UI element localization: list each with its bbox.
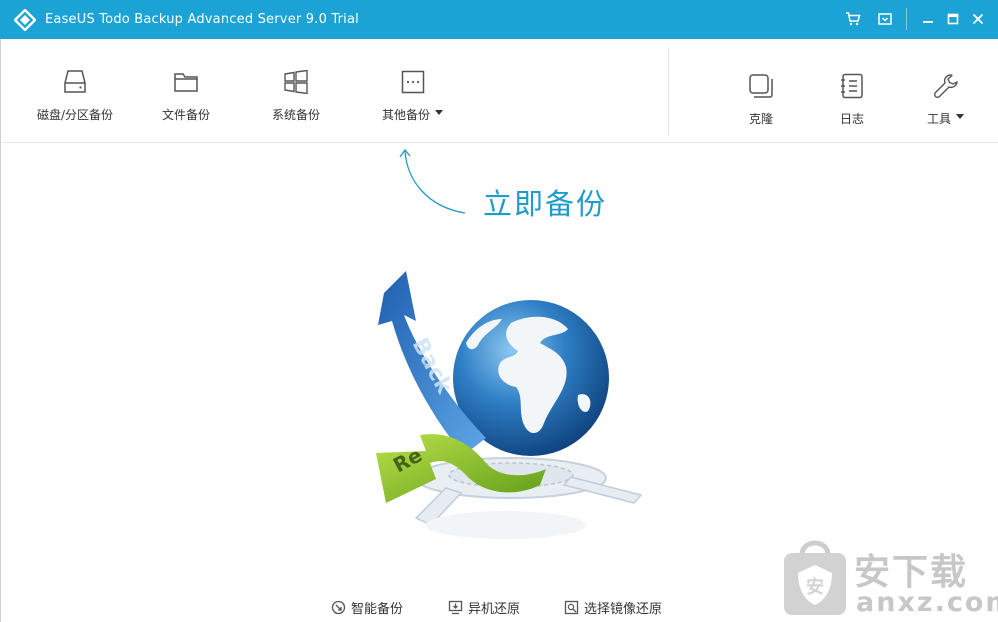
curved-arrow-icon	[399, 148, 466, 214]
chevron-down-icon	[435, 110, 444, 115]
title-bar-separator	[906, 8, 907, 30]
image-restore-label: 选择镜像还原	[584, 602, 663, 617]
more-icon	[398, 67, 428, 97]
restore-other-pc-label: 异机还原	[468, 602, 521, 617]
file-backup-label: 文件备份	[162, 108, 211, 122]
wrench-icon	[931, 71, 961, 101]
easeus-logo-icon	[14, 9, 36, 31]
disk-icon	[60, 67, 90, 97]
menu-icon[interactable]	[875, 9, 895, 29]
image-restore-link[interactable]: 选择镜像还原	[564, 598, 662, 617]
chevron-down-icon	[956, 114, 965, 119]
system-backup-label: 系统备份	[272, 108, 321, 122]
smart-backup-link[interactable]: 智能备份	[331, 598, 403, 617]
toolbar-divider	[668, 47, 669, 135]
log-button[interactable]: 日志	[837, 39, 867, 143]
log-icon	[837, 71, 867, 101]
disk-partition-backup-label: 磁盘/分区备份	[37, 108, 114, 122]
restore-other-pc-link[interactable]: 异机还原	[448, 598, 520, 617]
shopping-bag-logo-icon: 安	[784, 540, 846, 615]
maximize-icon[interactable]	[943, 9, 963, 29]
title-bar: EaseUS Todo Backup Advanced Server 9.0 T…	[0, 0, 998, 39]
clone-label: 克隆	[748, 112, 773, 126]
smart-backup-icon	[331, 600, 346, 615]
cart-icon[interactable]	[843, 9, 863, 29]
backup-now-link[interactable]: 立即备份	[483, 181, 607, 223]
clone-button[interactable]: 克隆	[746, 39, 776, 143]
window-title: EaseUS Todo Backup Advanced Server 9.0 T…	[45, 12, 359, 27]
watermark-en: anxz.com	[856, 587, 998, 618]
tools-button[interactable]: 工具	[927, 39, 965, 143]
smart-backup-label: 智能备份	[351, 602, 404, 617]
windows-icon	[281, 67, 311, 97]
folder-icon	[171, 67, 201, 97]
main-toolbar: 磁盘/分区备份 文件备份 系统备份 其他备份 克隆 日志 工具	[0, 39, 998, 143]
other-backup-button[interactable]: 其他备份	[382, 39, 444, 143]
svg-text:安: 安	[806, 576, 824, 598]
clone-icon	[746, 71, 776, 101]
log-label: 日志	[839, 112, 864, 126]
tools-label: 工具	[927, 112, 952, 126]
minimize-icon[interactable]	[918, 9, 938, 29]
other-backup-label: 其他备份	[382, 108, 431, 122]
close-icon[interactable]	[968, 9, 988, 29]
file-backup-button[interactable]: 文件备份	[162, 39, 210, 143]
globe-backup-recovery-illustration: Back Re	[376, 271, 643, 539]
image-restore-icon	[564, 600, 579, 615]
disk-partition-backup-button[interactable]: 磁盘/分区备份	[37, 39, 113, 143]
restore-other-pc-icon	[448, 600, 463, 615]
system-backup-button[interactable]: 系统备份	[272, 39, 320, 143]
watermark: 安 安下载 anxz.com	[780, 535, 998, 620]
